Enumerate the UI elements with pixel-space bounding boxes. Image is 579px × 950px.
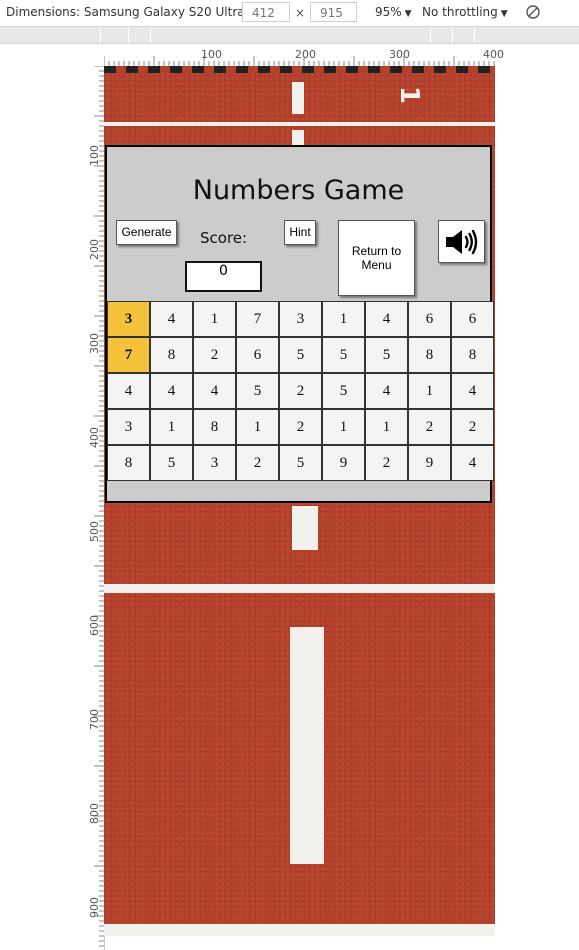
devtools-toolbar: Dimensions: Samsung Galaxy S20 Ultra▼ 41… (0, 0, 579, 27)
throttling-select[interactable]: No throttling ▼ (422, 5, 508, 19)
device-dimensions-label: Dimensions: Samsung Galaxy S20 Ultra (6, 5, 245, 19)
chevron-down-icon: ▼ (500, 9, 508, 19)
return-to-menu-label: Return to Menu (351, 244, 402, 272)
grid-cell[interactable]: 8 (451, 337, 494, 373)
devtools-gutter-right (495, 44, 579, 950)
grid-cell[interactable]: 8 (107, 445, 150, 481)
grid-cell[interactable]: 5 (322, 373, 365, 409)
throttling-label: No throttling (422, 5, 498, 19)
ruler-top-label: 300 (389, 48, 410, 61)
ruler-left-label: 600 (88, 615, 101, 636)
grid-cell[interactable]: 1 (365, 409, 408, 445)
height-input[interactable]: 915 (310, 2, 357, 22)
ruler-top-label: 100 (201, 48, 222, 61)
ruler-left-label: 300 (88, 333, 101, 354)
sound-toggle-button[interactable] (438, 220, 485, 263)
grid-cell[interactable]: 4 (150, 373, 193, 409)
width-input[interactable]: 412 (242, 2, 290, 22)
grid-cell[interactable]: 4 (365, 373, 408, 409)
grid-cell[interactable]: 5 (236, 373, 279, 409)
ruler-left-label: 400 (88, 427, 101, 448)
ruler-left-label: 700 (88, 709, 101, 730)
grid-cell[interactable]: 1 (150, 409, 193, 445)
chevron-down-icon: ▼ (404, 9, 412, 19)
grid-cell[interactable]: 6 (451, 301, 494, 337)
grid-cell[interactable]: 2 (279, 373, 322, 409)
grid-cell[interactable]: 4 (451, 445, 494, 481)
grid-cell[interactable]: 2 (451, 409, 494, 445)
game-title: Numbers Game (192, 175, 405, 206)
return-to-menu-button[interactable]: Return to Menu (338, 220, 415, 296)
grid-cell[interactable]: 9 (322, 445, 365, 481)
track-top-edge (104, 66, 495, 73)
lane-line (104, 924, 495, 936)
grid-cell[interactable]: 6 (408, 301, 451, 337)
ruler-left-label: 900 (88, 897, 101, 918)
speaker-volume-icon (445, 229, 477, 254)
grid-cell[interactable]: 4 (107, 373, 150, 409)
grid-cell[interactable]: 5 (279, 445, 322, 481)
grid-cell[interactable]: 2 (193, 337, 236, 373)
generate-button[interactable]: Generate (116, 220, 177, 245)
ruler-top-label: 400 (483, 48, 504, 61)
grid-cell[interactable]: 8 (150, 337, 193, 373)
zoom-label: 95% (375, 5, 402, 19)
device-dimensions-select[interactable]: Dimensions: Samsung Galaxy S20 Ultra▼ (6, 5, 255, 19)
lane-dash (292, 506, 318, 550)
grid-cell[interactable]: 5 (150, 445, 193, 481)
lane-line (104, 122, 495, 126)
grid-cell[interactable]: 2 (279, 409, 322, 445)
grid-cell[interactable]: 5 (322, 337, 365, 373)
lane-dash (292, 82, 304, 114)
score-value: 0 (185, 261, 262, 292)
ruler-left-label: 100 (88, 145, 101, 166)
grid-cell[interactable]: 9 (408, 445, 451, 481)
lane-number: 1 (394, 85, 425, 105)
ruler-left-label: 800 (88, 803, 101, 824)
lane-dash (292, 130, 304, 146)
zoom-select[interactable]: 95% ▼ (375, 5, 412, 19)
grid-cell[interactable]: 1 (236, 409, 279, 445)
grid-cell[interactable]: 2 (365, 445, 408, 481)
grid-cell[interactable]: 3 (107, 301, 150, 337)
grid-cell[interactable]: 4 (451, 373, 494, 409)
rotate-icon[interactable] (525, 4, 541, 20)
grid-cell[interactable]: 2 (236, 445, 279, 481)
score-label: Score: (200, 229, 248, 247)
grid-cell[interactable]: 1 (322, 301, 365, 337)
grid-cell[interactable]: 1 (193, 301, 236, 337)
ruler-left-label: 200 (88, 239, 101, 260)
device-viewport: 1 Numbers Game Generate Score: 0 Hint Re… (104, 66, 495, 936)
ruler-top-label: 200 (295, 48, 316, 61)
lane-dash (290, 627, 324, 864)
ruler-left: 100 200 300 400 500 600 700 800 900 (88, 66, 105, 950)
grid-cell[interactable]: 5 (365, 337, 408, 373)
grid-cell[interactable]: 4 (365, 301, 408, 337)
ruler-top: 100 200 300 400 (104, 44, 504, 67)
ruler-left-label: 500 (88, 521, 101, 542)
grid-cell[interactable]: 7 (107, 337, 150, 373)
grid-cell[interactable]: 1 (408, 373, 451, 409)
grid-cell[interactable]: 8 (193, 409, 236, 445)
grid-cell[interactable]: 3 (107, 409, 150, 445)
grid-cell[interactable]: 1 (322, 409, 365, 445)
game-panel: Numbers Game Generate Score: 0 Hint Retu… (105, 145, 494, 503)
lane-line (104, 584, 495, 593)
grid-cell[interactable]: 4 (150, 301, 193, 337)
grid-cell[interactable]: 3 (193, 445, 236, 481)
grid-cell[interactable]: 5 (279, 337, 322, 373)
hint-button[interactable]: Hint (284, 220, 316, 245)
grid-cell[interactable]: 2 (408, 409, 451, 445)
number-grid: 3417314667826555884445254143181211228532… (107, 301, 494, 481)
grid-cell[interactable]: 8 (408, 337, 451, 373)
grid-cell[interactable]: 4 (193, 373, 236, 409)
devtools-gutter-left (0, 44, 88, 950)
grid-cell[interactable]: 6 (236, 337, 279, 373)
media-query-bar[interactable] (0, 27, 579, 44)
grid-cell[interactable]: 3 (279, 301, 322, 337)
grid-cell[interactable]: 7 (236, 301, 279, 337)
times-symbol: × (295, 6, 306, 20)
